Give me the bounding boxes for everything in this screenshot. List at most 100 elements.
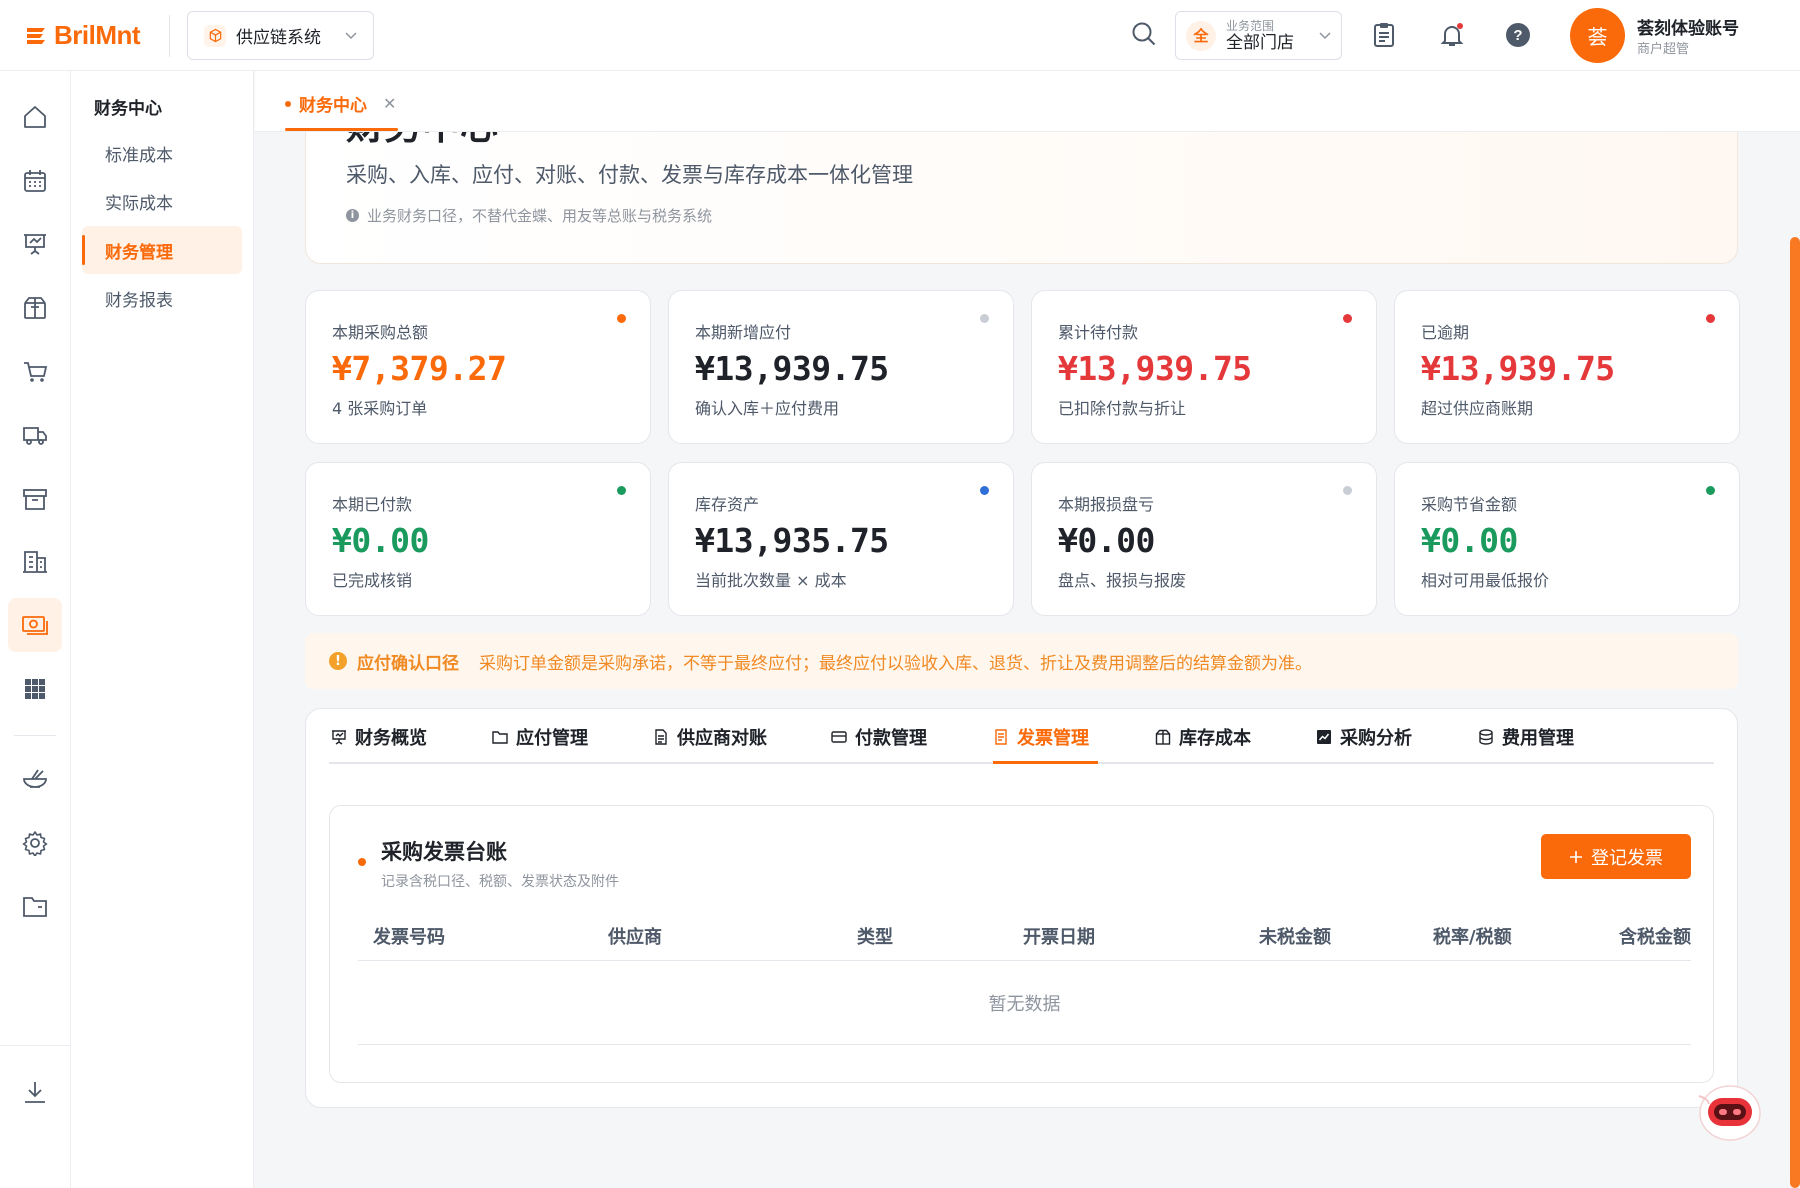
stat-card-paid[interactable]: 本期已付款 ¥0.00 已完成核销 (305, 462, 651, 616)
presentation-icon[interactable] (8, 217, 62, 271)
gear-icon[interactable] (8, 816, 62, 870)
tab-supplier-reconciliation[interactable]: 供应商对账 (653, 724, 767, 750)
column-header[interactable]: 供应商 (608, 923, 662, 949)
tab-label: 付款管理 (855, 728, 927, 749)
chart-icon (1317, 730, 1331, 744)
tab-payment-management[interactable]: 付款管理 (831, 724, 927, 750)
scope-label: 业务范围 (1226, 18, 1275, 33)
bowl-icon[interactable] (8, 752, 62, 806)
invoice-icon (995, 729, 1007, 745)
stat-card-pending-payment[interactable]: 累计待付款 ¥13,939.75 已扣除付款与折让 (1031, 290, 1377, 444)
stat-label: 本期新增应付 (695, 323, 792, 342)
stat-card-inventory-assets[interactable]: 库存资产 ¥13,935.75 当前批次数量 × 成本 (668, 462, 1014, 616)
column-header[interactable]: 含税金额 (1619, 923, 1691, 949)
tab-inventory-cost[interactable]: 库存成本 (1155, 724, 1251, 750)
stat-subtext: 当前批次数量 × 成本 (695, 571, 847, 590)
tab-expense-management[interactable]: 费用管理 (1478, 724, 1574, 750)
register-invoice-button[interactable]: 登记发票 (1541, 834, 1691, 879)
stat-subtext: 已扣除付款与折让 (1058, 399, 1187, 418)
stat-card-savings[interactable]: 采购节省金额 ¥0.00 相对可用最低报价 (1394, 462, 1740, 616)
stat-label: 本期报损盘亏 (1058, 495, 1155, 514)
system-select[interactable]: 供应链系统 (187, 11, 374, 60)
top-bar: BrilMnt 供应链系统 全 业务范围 全部门店 ? 荟 荟刻体验账号 商户超… (0, 0, 1800, 71)
home-icon[interactable] (8, 90, 62, 144)
page-description: 采购、入库、应付、对账、付款、发票与库存成本一体化管理 (346, 163, 913, 187)
register-invoice-label: 登记发票 (1591, 847, 1663, 869)
grid-icon[interactable] (8, 662, 62, 716)
stat-card-loss[interactable]: 本期报损盘亏 ¥0.00 盘点、报损与报废 (1031, 462, 1377, 616)
building-icon[interactable] (8, 535, 62, 589)
tab-payables[interactable]: 应付管理 (492, 724, 588, 750)
stat-value: ¥13,935.75 (695, 521, 889, 560)
section-subtitle: 记录含税口径、税额、发票状态及附件 (381, 874, 619, 890)
help-icon[interactable]: ? (1505, 22, 1531, 48)
stat-card-new-payables[interactable]: 本期新增应付 ¥13,939.75 确认入库＋应付费用 (668, 290, 1014, 444)
tab-invoice-management[interactable]: 发票管理 (993, 724, 1089, 750)
stat-subtext: 相对可用最低报价 (1421, 571, 1550, 590)
tab-finance-overview[interactable]: 财务概览 (331, 724, 427, 750)
truck-icon[interactable] (8, 408, 62, 462)
card-icon (831, 731, 847, 743)
notice-title: 应付确认口径 (357, 653, 459, 674)
submenu-item-finance-reports[interactable]: 财务报表 (82, 274, 242, 322)
active-tab-indicator (993, 761, 1098, 764)
download-icon[interactable] (8, 1065, 62, 1119)
status-dot (980, 314, 989, 323)
stat-value: ¥0.00 (1058, 521, 1155, 560)
stat-subtext: 确认入库＋应付费用 (695, 399, 840, 418)
column-header[interactable]: 未税金额 (1259, 923, 1331, 949)
main-content: 财务中心 采购、入库、应付、对账、付款、发票与库存成本一体化管理 i 业务财务口… (255, 132, 1800, 1188)
open-tab-finance-center[interactable]: 财务中心 ✕ (285, 91, 396, 116)
submenu-title: 财务中心 (94, 99, 162, 119)
panel-tabs: 财务概览 应付管理 供应商对账 付款管理 发票管理 库存成本 采购分析 费用管理 (329, 709, 1714, 764)
package-icon (1155, 729, 1171, 745)
brand-logo[interactable]: BrilMnt (24, 20, 141, 51)
tab-label: 采购分析 (1340, 728, 1412, 749)
close-icon[interactable]: ✕ (383, 94, 396, 113)
clipboard-icon[interactable] (1372, 22, 1396, 48)
package-icon[interactable] (8, 281, 62, 335)
page-note: i 业务财务口径，不替代金蝶、用友等总账与税务系统 (346, 205, 712, 226)
user-name[interactable]: 荟刻体验账号 (1637, 14, 1739, 39)
search-icon[interactable] (1131, 21, 1157, 47)
scrollbar[interactable] (1790, 237, 1800, 1188)
divider (14, 735, 56, 736)
column-header[interactable]: 开票日期 (1023, 923, 1095, 949)
stat-card-purchase-total[interactable]: 本期采购总额 ¥7,379.27 4 张采购订单 (305, 290, 651, 444)
status-dot (980, 486, 989, 495)
avatar[interactable]: 荟 (1570, 8, 1625, 63)
assistant-robot-icon[interactable] (1694, 1082, 1764, 1142)
bell-icon[interactable] (1439, 22, 1465, 48)
column-header[interactable]: 税率/税额 (1433, 923, 1512, 949)
archive-icon[interactable] (8, 472, 62, 526)
info-icon: i (346, 209, 359, 222)
status-dot (617, 314, 626, 323)
stat-subtext: 盘点、报损与报废 (1058, 571, 1187, 590)
column-header[interactable]: 发票号码 (373, 923, 445, 949)
submenu-item-finance-management[interactable]: 财务管理 (82, 226, 242, 274)
calendar-icon[interactable] (8, 154, 62, 208)
section-title: 采购发票台账 (381, 840, 507, 864)
tab-label: 发票管理 (1017, 728, 1089, 749)
folder-icon (492, 731, 508, 744)
submenu-item-actual-cost[interactable]: 实际成本 (82, 177, 242, 225)
column-header[interactable]: 类型 (857, 923, 893, 949)
stat-subtext: 超过供应商账期 (1421, 399, 1534, 418)
tab-procurement-analysis[interactable]: 采购分析 (1316, 724, 1412, 750)
section-dot (358, 858, 366, 866)
notice-text: 采购订单金额是采购承诺，不等于最终应付；最终应付以验收入库、退货、折让及费用调整… (479, 653, 1312, 674)
stat-value: ¥13,939.75 (695, 349, 889, 388)
status-dot (1343, 314, 1352, 323)
stat-label: 采购节省金额 (1421, 495, 1518, 514)
presentation-icon (332, 730, 346, 745)
submenu-item-standard-cost[interactable]: 标准成本 (82, 129, 242, 177)
business-scope-select[interactable]: 全 业务范围 全部门店 (1175, 11, 1342, 60)
cart-icon[interactable] (8, 345, 62, 399)
stat-label: 库存资产 (695, 495, 760, 514)
status-dot (1343, 486, 1352, 495)
stat-card-overdue[interactable]: 已逾期 ¥13,939.75 超过供应商账期 (1394, 290, 1740, 444)
stat-value: ¥13,939.75 (1421, 349, 1615, 388)
money-icon[interactable] (8, 598, 62, 652)
folder-icon[interactable] (8, 879, 62, 933)
scope-value: 全部门店 (1226, 32, 1294, 53)
